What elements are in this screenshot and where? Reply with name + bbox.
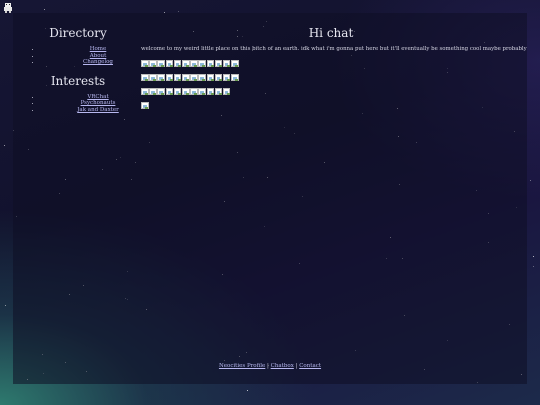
broken-image-icon[interactable] <box>222 74 231 81</box>
broken-image-icon[interactable] <box>149 88 157 95</box>
nav-link-about[interactable]: About <box>13 53 143 60</box>
broken-image-icon[interactable] <box>214 74 223 81</box>
broken-image-icon[interactable] <box>165 74 174 81</box>
list-item: About <box>41 53 143 60</box>
broken-image-icon[interactable] <box>206 60 215 67</box>
badge-row <box>141 102 521 109</box>
badge-grid <box>141 60 521 109</box>
list-item: Changelog <box>41 59 143 66</box>
interest-link-vrchat[interactable]: VRChat <box>13 94 143 101</box>
badge-row <box>141 74 521 81</box>
directory-list: Home About Changelog <box>13 46 143 66</box>
footer-link-neocities-profile[interactable]: Neocities Profile <box>219 363 265 369</box>
sidebar: Directory Home About Changelog Interests… <box>13 13 143 114</box>
broken-image-icon[interactable] <box>206 74 215 81</box>
content-panel: Directory Home About Changelog Interests… <box>13 13 527 384</box>
nav-link-changelog[interactable]: Changelog <box>13 59 143 66</box>
broken-image-icon[interactable] <box>149 74 157 81</box>
broken-image-icon[interactable] <box>141 88 149 95</box>
broken-image-icon[interactable] <box>141 60 149 67</box>
broken-image-icon[interactable] <box>214 88 223 95</box>
broken-image-icon[interactable] <box>165 60 174 67</box>
interests-list: VRChat Psychonauts Jak and Daxter <box>13 94 143 114</box>
broken-image-icon[interactable] <box>181 74 190 81</box>
welcome-text: welcome to my weird little place on this… <box>141 46 527 52</box>
list-item: VRChat <box>41 94 143 101</box>
broken-image-icon[interactable] <box>141 102 149 109</box>
broken-image-icon[interactable] <box>173 88 182 95</box>
broken-image-icon[interactable] <box>198 60 206 67</box>
broken-image-icon[interactable] <box>149 60 157 67</box>
broken-image-icon[interactable] <box>141 74 149 81</box>
main-content: Hi chat welcome to my weird little place… <box>141 13 527 116</box>
broken-image-icon[interactable] <box>181 88 190 95</box>
interest-link-psychonauts[interactable]: Psychonauts <box>13 100 143 107</box>
list-item: Psychonauts <box>41 100 143 107</box>
broken-image-icon[interactable] <box>157 88 165 95</box>
broken-image-icon[interactable] <box>206 88 215 95</box>
directory-heading: Directory <box>49 26 107 40</box>
page-title: Hi chat <box>308 26 354 40</box>
interest-link-jak-and-daxter[interactable]: Jak and Daxter <box>13 107 143 114</box>
broken-image-icon[interactable] <box>190 88 198 95</box>
footer-link-contact[interactable]: Contact <box>299 363 321 369</box>
broken-image-icon[interactable] <box>173 60 182 67</box>
badge-row <box>141 60 521 67</box>
interests-heading: Interests <box>50 73 106 88</box>
broken-image-icon[interactable] <box>173 74 182 81</box>
broken-image-icon[interactable] <box>165 88 174 95</box>
list-item: Jak and Daxter <box>41 107 143 114</box>
badge-row <box>141 88 521 95</box>
broken-image-icon[interactable] <box>198 88 206 95</box>
broken-image-icon[interactable] <box>157 74 165 81</box>
broken-image-icon[interactable] <box>231 74 239 81</box>
nav-link-home[interactable]: Home <box>13 46 143 53</box>
broken-image-icon[interactable] <box>190 60 198 67</box>
footer-link-chatbox[interactable]: Chatbox <box>271 363 294 369</box>
broken-image-icon[interactable] <box>181 60 190 67</box>
footer: Neocities Profile | Chatbox | Contact <box>13 363 527 369</box>
broken-image-icon[interactable] <box>198 74 206 81</box>
broken-image-icon[interactable] <box>214 60 223 67</box>
broken-image-icon[interactable] <box>190 74 198 81</box>
broken-image-icon[interactable] <box>222 60 231 67</box>
broken-image-icon[interactable] <box>222 88 231 95</box>
broken-image-icon[interactable] <box>157 60 165 67</box>
broken-image-icon[interactable] <box>231 60 239 67</box>
list-item: Home <box>41 46 143 53</box>
